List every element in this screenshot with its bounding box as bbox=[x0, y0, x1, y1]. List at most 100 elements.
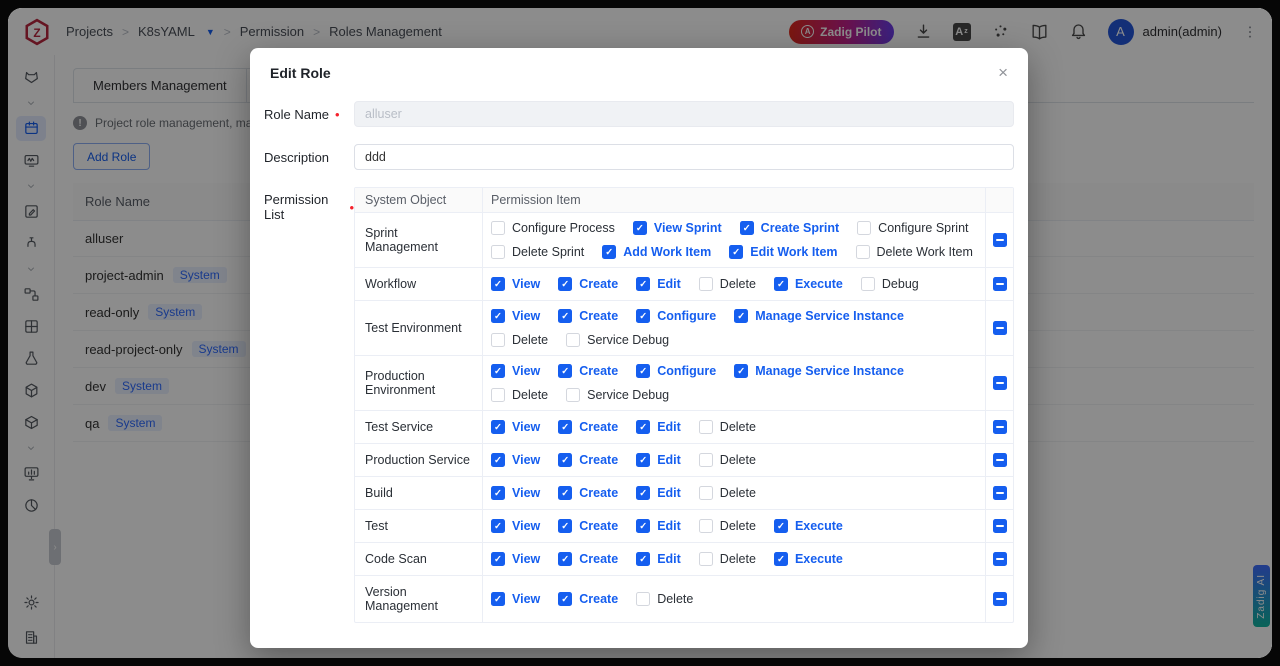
permission-label: Delete Sprint bbox=[512, 245, 584, 259]
row-select-all-checkbox[interactable] bbox=[993, 486, 1007, 500]
permission-checkbox[interactable]: Debug bbox=[861, 277, 919, 291]
permission-checkbox[interactable]: Create bbox=[558, 592, 618, 606]
permission-checkbox[interactable]: Create bbox=[558, 420, 618, 434]
permission-checkbox[interactable]: Execute bbox=[774, 277, 843, 291]
permission-label: Delete bbox=[720, 453, 756, 467]
permission-checkbox[interactable]: Edit bbox=[636, 277, 681, 291]
permission-label: Configure Sprint bbox=[878, 221, 968, 235]
permission-checkbox[interactable]: View bbox=[491, 364, 540, 378]
permission-checkbox[interactable]: Create bbox=[558, 277, 618, 291]
permission-checkbox[interactable]: Edit bbox=[636, 519, 681, 533]
permission-checkbox[interactable]: Edit bbox=[636, 420, 681, 434]
permission-checkbox[interactable]: Edit bbox=[636, 453, 681, 467]
permission-checkbox[interactable]: Edit bbox=[636, 486, 681, 500]
permission-checkbox[interactable]: View bbox=[491, 453, 540, 467]
checkbox-checked-icon bbox=[558, 420, 572, 434]
permission-checkbox[interactable]: Create Sprint bbox=[740, 221, 840, 235]
permission-checkbox[interactable]: Service Debug bbox=[566, 388, 669, 402]
permission-checkbox[interactable]: Create bbox=[558, 486, 618, 500]
permission-checkbox[interactable]: Configure Sprint bbox=[857, 221, 968, 235]
permission-checkbox[interactable]: Delete bbox=[491, 333, 548, 347]
permission-checkbox[interactable]: Delete bbox=[699, 453, 756, 467]
permission-label: Edit bbox=[657, 486, 681, 500]
permission-checkbox[interactable]: Manage Service Instance bbox=[734, 309, 904, 323]
permission-label: Manage Service Instance bbox=[755, 364, 904, 378]
permission-checkbox[interactable]: Delete bbox=[699, 420, 756, 434]
permission-checkbox[interactable]: Delete bbox=[636, 592, 693, 606]
permission-label: Create bbox=[579, 309, 618, 323]
permission-label: Debug bbox=[882, 277, 919, 291]
permission-checkbox[interactable]: Manage Service Instance bbox=[734, 364, 904, 378]
checkbox-unchecked-icon bbox=[566, 333, 580, 347]
permission-checkbox[interactable]: View bbox=[491, 486, 540, 500]
role-name-input[interactable] bbox=[354, 101, 1014, 127]
permission-checkbox[interactable]: View bbox=[491, 552, 540, 566]
permission-checkbox[interactable]: Service Debug bbox=[566, 333, 669, 347]
row-select-all-checkbox[interactable] bbox=[993, 376, 1007, 390]
edit-role-modal: Edit Role × Role Name• Description bbox=[250, 48, 1028, 648]
permission-checkbox[interactable]: View bbox=[491, 277, 540, 291]
checkbox-checked-icon bbox=[636, 277, 650, 291]
permission-checkbox[interactable]: Delete bbox=[699, 552, 756, 566]
permission-checkbox[interactable]: View bbox=[491, 519, 540, 533]
permission-checkbox[interactable]: Delete bbox=[699, 519, 756, 533]
row-select-all-checkbox[interactable] bbox=[993, 420, 1007, 434]
permission-checkbox[interactable]: Create bbox=[558, 364, 618, 378]
permission-checkbox[interactable]: Delete bbox=[491, 388, 548, 402]
permission-checkbox[interactable]: Create bbox=[558, 453, 618, 467]
row-select-all-checkbox[interactable] bbox=[993, 592, 1007, 606]
description-input[interactable] bbox=[354, 144, 1014, 170]
permission-row: Version ManagementViewCreateDelete bbox=[355, 575, 1013, 622]
permission-label: Delete bbox=[720, 277, 756, 291]
checkbox-unchecked-icon bbox=[636, 592, 650, 606]
row-select-all-checkbox[interactable] bbox=[993, 277, 1007, 291]
permission-checkbox[interactable]: View Sprint bbox=[633, 221, 722, 235]
permission-items-cell: View Create Edit Delete bbox=[483, 411, 986, 443]
permission-checkbox[interactable]: Add Work Item bbox=[602, 245, 711, 259]
permission-label: Service Debug bbox=[587, 388, 669, 402]
permission-checkbox[interactable]: View bbox=[491, 309, 540, 323]
permission-row: Production EnvironmentViewCreateConfigur… bbox=[355, 355, 1013, 410]
checkbox-checked-icon bbox=[636, 486, 650, 500]
permission-checkbox[interactable]: Create bbox=[558, 309, 618, 323]
permission-label: Delete Work Item bbox=[877, 245, 973, 259]
checkbox-checked-icon bbox=[734, 364, 748, 378]
permission-checkbox[interactable]: Edit bbox=[636, 552, 681, 566]
required-dot: • bbox=[335, 107, 340, 122]
permission-checkbox[interactable]: Delete Work Item bbox=[856, 245, 973, 259]
checkbox-unchecked-icon bbox=[699, 277, 713, 291]
permission-checkbox[interactable]: Delete bbox=[699, 486, 756, 500]
permission-label: View bbox=[512, 552, 540, 566]
checkbox-checked-icon bbox=[558, 364, 572, 378]
system-object-cell: Test bbox=[355, 510, 483, 542]
row-select-all-checkbox[interactable] bbox=[993, 453, 1007, 467]
permission-checkbox[interactable]: Delete Sprint bbox=[491, 245, 584, 259]
checkbox-unchecked-icon bbox=[491, 245, 505, 259]
permission-checkbox[interactable]: View bbox=[491, 420, 540, 434]
permission-items-cell: View Create Edit Delete Execute bbox=[483, 510, 986, 542]
permission-checkbox[interactable]: Create bbox=[558, 552, 618, 566]
row-select-all-checkbox[interactable] bbox=[993, 552, 1007, 566]
permission-checkbox[interactable]: Configure bbox=[636, 364, 716, 378]
permission-checkbox[interactable]: View bbox=[491, 592, 540, 606]
permission-checkbox[interactable]: Execute bbox=[774, 552, 843, 566]
row-select-all-checkbox[interactable] bbox=[993, 321, 1007, 335]
permission-checkbox[interactable]: Edit Work Item bbox=[729, 245, 837, 259]
permission-label: Execute bbox=[795, 277, 843, 291]
checkbox-unchecked-icon bbox=[566, 388, 580, 402]
close-icon[interactable]: × bbox=[998, 64, 1008, 81]
permission-label: View bbox=[512, 486, 540, 500]
permission-checkbox[interactable]: Create bbox=[558, 519, 618, 533]
checkbox-checked-icon bbox=[636, 552, 650, 566]
checkbox-checked-icon bbox=[491, 309, 505, 323]
permission-label: View bbox=[512, 420, 540, 434]
row-select-all-checkbox[interactable] bbox=[993, 233, 1007, 247]
permission-checkbox[interactable]: Configure bbox=[636, 309, 716, 323]
permission-checkbox[interactable]: Delete bbox=[699, 277, 756, 291]
permission-label: Configure bbox=[657, 364, 716, 378]
permission-checkbox[interactable]: Configure Process bbox=[491, 221, 615, 235]
checkbox-checked-icon bbox=[740, 221, 754, 235]
checkbox-checked-icon bbox=[558, 592, 572, 606]
permission-checkbox[interactable]: Execute bbox=[774, 519, 843, 533]
row-select-all-checkbox[interactable] bbox=[993, 519, 1007, 533]
